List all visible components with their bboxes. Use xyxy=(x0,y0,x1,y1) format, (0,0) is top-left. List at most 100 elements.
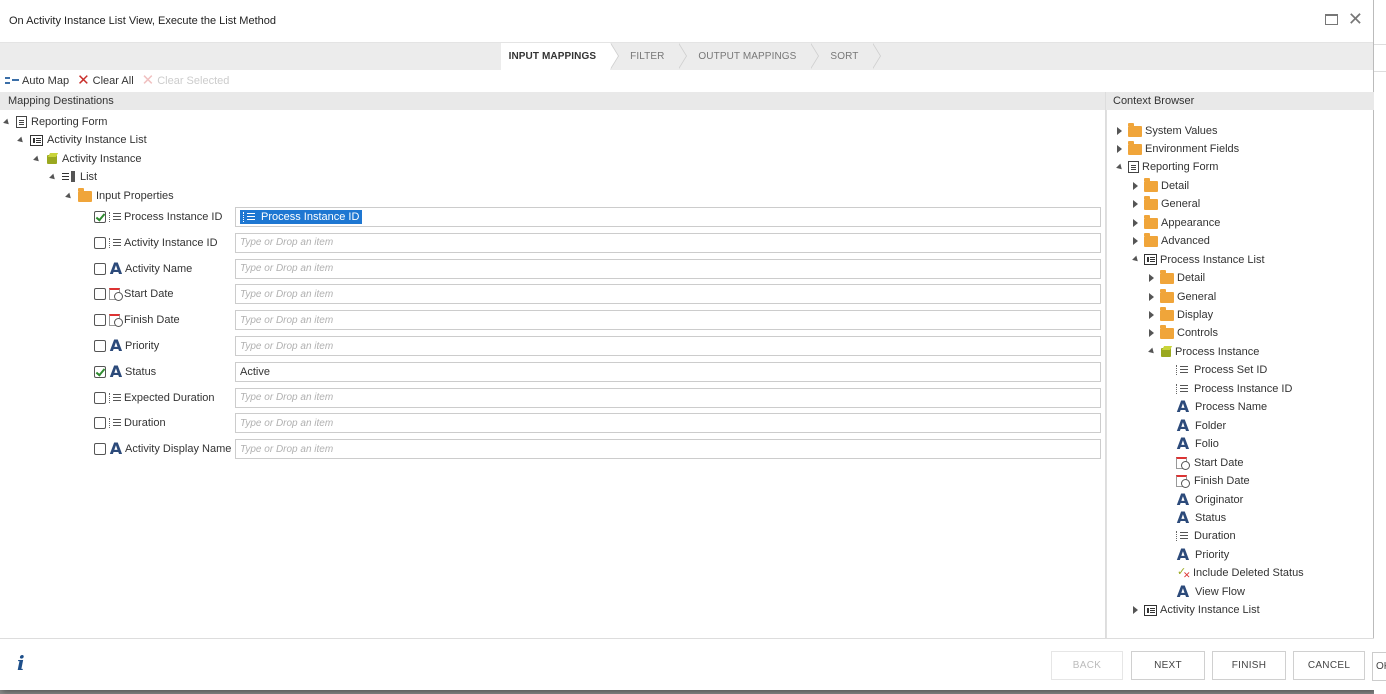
step-filter[interactable]: FILTER xyxy=(610,43,688,70)
context-tree-item[interactable]: General xyxy=(1133,196,1200,213)
placeholder-text: Type or Drop an item xyxy=(240,263,334,275)
context-tree-item[interactable]: Controls xyxy=(1149,325,1218,342)
step-output-mappings[interactable]: OUTPUT MAPPINGS xyxy=(678,43,820,70)
expand-icon[interactable] xyxy=(1149,274,1154,283)
number-icon xyxy=(1176,530,1189,542)
property-label: Finish Date xyxy=(124,314,180,327)
clear-all-button[interactable]: ✕ Clear All xyxy=(77,73,134,88)
expand-icon[interactable] xyxy=(1149,311,1154,319)
expand-icon[interactable] xyxy=(65,192,73,200)
property-checkbox[interactable] xyxy=(94,340,106,352)
expand-icon[interactable] xyxy=(33,155,41,163)
mapping-input[interactable]: Type or Drop an item xyxy=(235,413,1101,434)
context-tree-item[interactable]: Detail xyxy=(1133,177,1189,194)
context-tree-item[interactable]: Process Instance ID xyxy=(1165,380,1292,397)
mapping-input[interactable]: Type or Drop an item xyxy=(235,310,1101,331)
context-item-label: Activity Instance List xyxy=(1160,604,1260,617)
mapping-input[interactable]: Type or Drop an item xyxy=(235,387,1101,408)
expand-icon[interactable] xyxy=(1117,144,1122,153)
property-checkbox[interactable] xyxy=(94,391,106,404)
tree-input-properties[interactable]: Input Properties xyxy=(65,188,174,204)
mapping-input[interactable]: Type or Drop an item xyxy=(235,439,1101,460)
expand-icon[interactable] xyxy=(1133,606,1138,615)
expand-icon[interactable] xyxy=(1149,329,1154,338)
context-tree-item[interactable]: Finish Date xyxy=(1165,473,1250,490)
close-icon[interactable]: ✕ xyxy=(1348,10,1363,28)
context-tree-item[interactable]: General xyxy=(1149,288,1216,305)
collapse-icon[interactable] xyxy=(1116,163,1124,172)
property-label: Activity Name xyxy=(125,262,193,275)
context-tree-item[interactable]: A Folio xyxy=(1165,436,1219,453)
context-tree-item[interactable]: A Process Name xyxy=(1165,399,1267,416)
context-tree-item[interactable]: Activity Instance List xyxy=(1133,602,1260,619)
property-checkbox[interactable] xyxy=(94,236,106,249)
context-tree-item[interactable]: Detail xyxy=(1149,270,1205,287)
finish-button[interactable]: FINISH xyxy=(1212,651,1286,680)
maximize-icon[interactable] xyxy=(1324,13,1338,25)
back-button[interactable]: BACK xyxy=(1051,651,1123,680)
mapping-input[interactable]: Type or Drop an item xyxy=(235,258,1101,279)
context-item-label: Start Date xyxy=(1194,456,1244,469)
background-ok-button[interactable]: OK xyxy=(1372,652,1386,681)
property-checkbox[interactable] xyxy=(94,417,106,430)
tree-reporting-form[interactable]: Reporting Form xyxy=(3,114,107,130)
context-tree-item[interactable]: A Priority xyxy=(1165,546,1229,563)
expand-icon[interactable] xyxy=(49,173,57,181)
step-input-mappings[interactable]: INPUT MAPPINGS xyxy=(500,43,620,70)
text-icon: A xyxy=(109,258,123,278)
collapse-icon[interactable] xyxy=(1132,255,1140,264)
context-tree-item[interactable]: Advanced xyxy=(1133,233,1210,250)
context-tree-item[interactable]: Appearance xyxy=(1133,214,1220,231)
dialog-footer: i BACK NEXT FINISH CANCEL xyxy=(0,638,1374,690)
property-checkbox[interactable] xyxy=(94,443,106,456)
tree-list-method[interactable]: List xyxy=(49,169,97,185)
text-icon: A xyxy=(1176,544,1190,564)
property-checkbox[interactable] xyxy=(94,262,106,275)
context-tree-item[interactable]: Environment Fields xyxy=(1117,140,1239,157)
context-tree-item[interactable]: Reporting Form xyxy=(1116,159,1218,176)
expand-icon[interactable] xyxy=(1149,292,1154,301)
context-tree-item[interactable]: A Status xyxy=(1165,509,1226,526)
expand-icon[interactable] xyxy=(3,118,11,126)
clear-selected-button[interactable]: ✕ Clear Selected xyxy=(142,73,230,88)
property-checkbox[interactable] xyxy=(94,211,106,223)
mapped-item-chip[interactable]: Process Instance ID xyxy=(240,210,363,224)
number-icon xyxy=(1176,364,1189,376)
expand-icon[interactable] xyxy=(17,136,25,144)
context-tree-item[interactable]: Display xyxy=(1149,307,1213,324)
next-button[interactable]: NEXT xyxy=(1131,651,1205,680)
tree-activity-instance-list[interactable]: Activity Instance List xyxy=(17,132,147,148)
info-icon[interactable]: i xyxy=(17,651,25,675)
mapping-input[interactable]: Process Instance ID xyxy=(235,207,1101,227)
expand-icon[interactable] xyxy=(1133,181,1138,190)
auto-map-button[interactable]: Auto Map xyxy=(5,75,69,87)
cancel-button[interactable]: CANCEL xyxy=(1293,651,1365,680)
property-checkbox[interactable] xyxy=(94,365,106,378)
expand-icon[interactable] xyxy=(1133,237,1138,246)
context-tree-item[interactable]: Process Instance xyxy=(1148,343,1259,360)
mapping-input[interactable]: Type or Drop an item xyxy=(235,336,1101,356)
context-tree-item[interactable]: Process Set ID xyxy=(1165,362,1267,379)
context-tree-item[interactable]: A View Flow xyxy=(1165,583,1245,600)
expand-icon[interactable] xyxy=(1133,218,1138,227)
context-tree-item[interactable]: Duration xyxy=(1165,528,1236,545)
context-tree-item[interactable]: ✓ ✕ Include Deleted Status xyxy=(1165,565,1304,582)
context-item-label: Priority xyxy=(1195,548,1230,561)
collapse-icon[interactable] xyxy=(1148,348,1156,356)
context-tree-item[interactable]: Start Date xyxy=(1165,454,1244,471)
context-tree-item[interactable]: A Folder xyxy=(1165,417,1226,434)
folder-icon xyxy=(1144,233,1158,248)
step-sort[interactable]: SORT xyxy=(810,43,882,70)
context-tree-item[interactable]: Process Instance List xyxy=(1132,251,1265,268)
expand-icon[interactable] xyxy=(1117,126,1122,135)
context-tree-item[interactable]: A Originator xyxy=(1165,491,1244,508)
tree-activity-instance[interactable]: Activity Instance xyxy=(33,151,141,167)
property-checkbox[interactable] xyxy=(94,314,106,327)
mapping-input[interactable]: Type or Drop an item xyxy=(235,232,1101,253)
folder-icon xyxy=(1160,270,1174,285)
mapping-input[interactable]: Type or Drop an item xyxy=(235,284,1101,305)
property-checkbox[interactable] xyxy=(94,288,106,301)
mapping-input[interactable]: Active xyxy=(235,361,1101,382)
expand-icon[interactable] xyxy=(1133,200,1138,209)
context-tree-item[interactable]: System Values xyxy=(1117,122,1218,139)
